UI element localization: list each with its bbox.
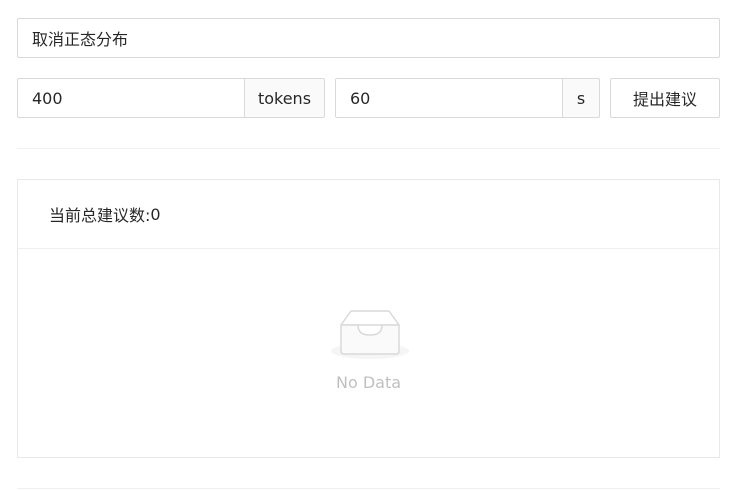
- total-suggestions-label: 当前总建议数:: [49, 206, 151, 225]
- time-unit-label: s: [576, 88, 586, 108]
- empty-state-text: No Data: [335, 373, 402, 392]
- total-suggestions-count: 0: [150, 204, 161, 224]
- time-input[interactable]: [335, 78, 563, 118]
- divider: [17, 148, 720, 149]
- bottom-divider: [17, 488, 720, 489]
- tokens-input[interactable]: [17, 78, 245, 118]
- query-input[interactable]: [17, 18, 720, 58]
- card-header: 当前总建议数: 0: [18, 180, 719, 249]
- submit-suggestion-button[interactable]: 提出建议: [610, 78, 720, 118]
- suggestions-card: 当前总建议数: 0 No Data: [17, 179, 720, 458]
- tokens-unit-addon: tokens: [245, 78, 325, 118]
- tokens-unit-label: tokens: [257, 88, 312, 108]
- empty-inbox-icon: [331, 310, 409, 359]
- time-unit-addon: s: [563, 78, 600, 118]
